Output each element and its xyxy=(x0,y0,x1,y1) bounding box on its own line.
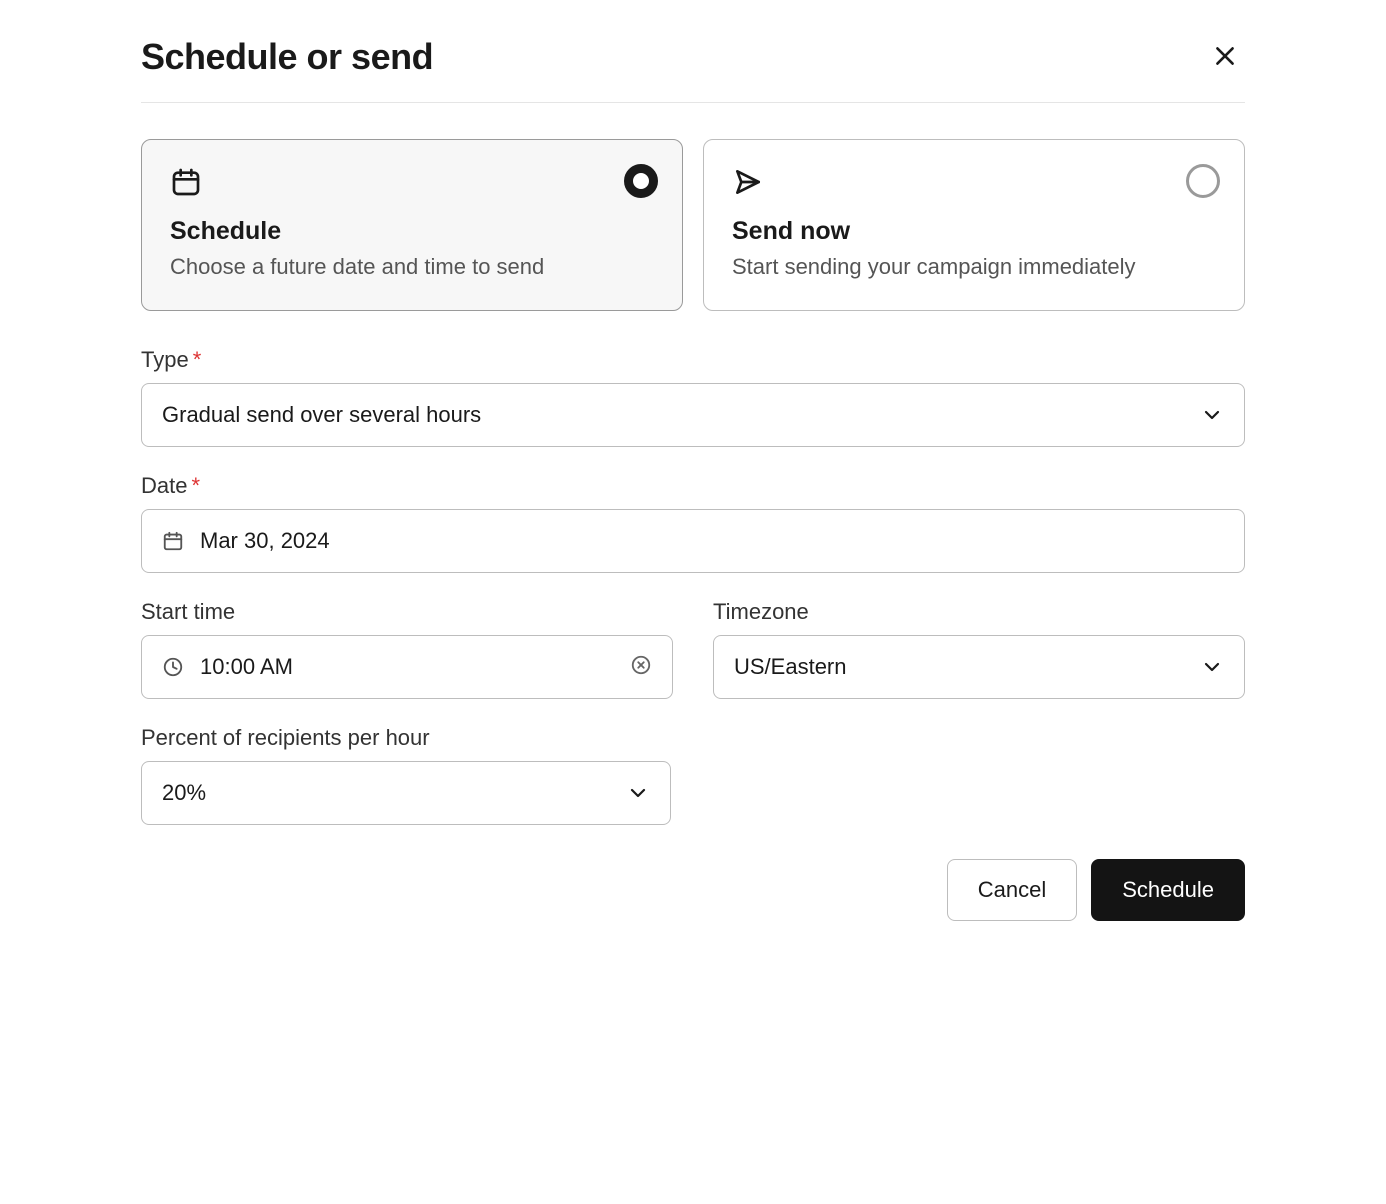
field-date: Date* Mar 30, 2024 xyxy=(141,473,1245,573)
type-label: Type* xyxy=(141,347,1245,373)
start-time-label: Start time xyxy=(141,599,673,625)
field-start-time: Start time 10:00 AM xyxy=(141,599,673,699)
field-type: Type* Gradual send over several hours xyxy=(141,347,1245,447)
chevron-down-icon xyxy=(1200,403,1224,427)
date-input[interactable]: Mar 30, 2024 xyxy=(141,509,1245,573)
cancel-button[interactable]: Cancel xyxy=(947,859,1077,921)
clear-icon xyxy=(630,654,652,679)
required-indicator: * xyxy=(193,347,202,372)
send-icon xyxy=(732,166,1216,203)
timezone-label: Timezone xyxy=(713,599,1245,625)
time-row: Start time 10:00 AM Timezone US/Eastern xyxy=(141,599,1245,725)
close-button[interactable] xyxy=(1205,37,1245,77)
option-schedule[interactable]: Schedule Choose a future date and time t… xyxy=(141,139,683,311)
schedule-or-send-dialog: Schedule or send Schedule Choose a futur… xyxy=(141,36,1245,921)
percent-label: Percent of recipients per hour xyxy=(141,725,671,751)
start-time-input[interactable]: 10:00 AM xyxy=(141,635,673,699)
field-percent: Percent of recipients per hour 20% xyxy=(141,725,671,825)
option-send-now-radio xyxy=(1186,164,1220,198)
option-send-now-desc: Start sending your campaign immediately xyxy=(732,252,1216,282)
close-icon xyxy=(1212,43,1238,72)
percent-value: 20% xyxy=(162,780,626,806)
type-select[interactable]: Gradual send over several hours xyxy=(141,383,1245,447)
clear-start-time-button[interactable] xyxy=(630,654,652,679)
option-schedule-radio xyxy=(624,164,658,198)
send-mode-options: Schedule Choose a future date and time t… xyxy=(141,139,1245,311)
option-send-now[interactable]: Send now Start sending your campaign imm… xyxy=(703,139,1245,311)
date-value: Mar 30, 2024 xyxy=(200,528,1224,554)
type-value: Gradual send over several hours xyxy=(162,402,1200,428)
date-label: Date* xyxy=(141,473,1245,499)
option-schedule-desc: Choose a future date and time to send xyxy=(170,252,654,282)
start-time-value: 10:00 AM xyxy=(200,654,630,680)
chevron-down-icon xyxy=(1200,655,1224,679)
required-indicator: * xyxy=(191,473,200,498)
calendar-icon xyxy=(170,166,654,203)
option-schedule-title: Schedule xyxy=(170,217,654,246)
percent-select[interactable]: 20% xyxy=(141,761,671,825)
dialog-title: Schedule or send xyxy=(141,36,433,78)
schedule-button[interactable]: Schedule xyxy=(1091,859,1245,921)
field-timezone: Timezone US/Eastern xyxy=(713,599,1245,699)
calendar-icon xyxy=(162,530,184,552)
clock-icon xyxy=(162,656,184,678)
dialog-footer: Cancel Schedule xyxy=(141,859,1245,921)
option-send-now-title: Send now xyxy=(732,217,1216,246)
chevron-down-icon xyxy=(626,781,650,805)
dialog-header: Schedule or send xyxy=(141,36,1245,103)
timezone-value: US/Eastern xyxy=(734,654,1200,680)
timezone-select[interactable]: US/Eastern xyxy=(713,635,1245,699)
